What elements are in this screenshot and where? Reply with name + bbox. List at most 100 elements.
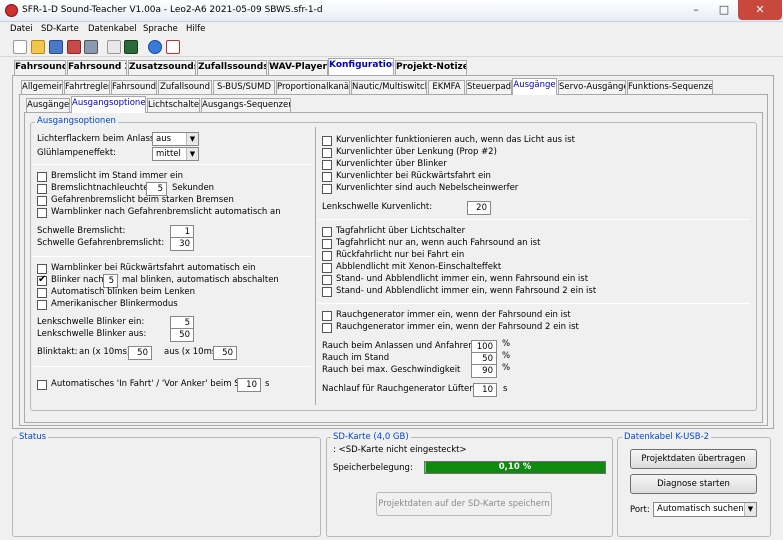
brake-always-checkbox[interactable] <box>37 172 47 182</box>
save-icon[interactable] <box>49 40 63 54</box>
curve-steer-label: Kurvenlichter über Lenkung (Prop #2) <box>336 147 497 157</box>
copy-icon[interactable] <box>107 40 121 54</box>
flicker-select[interactable]: aus ▼ <box>152 132 199 146</box>
ship-auto-checkbox[interactable] <box>37 380 47 390</box>
chevron-down-icon: ▼ <box>186 133 198 145</box>
tab-konfiguration[interactable]: Konfiguration <box>328 58 394 75</box>
tab-ausgaenge[interactable]: Ausgänge <box>512 78 557 95</box>
drl-sound-label: Tagfahrlicht nur an, wenn auch Fahrsound… <box>336 238 541 248</box>
menu-bar: Datei SD-Karte Datenkabel Sprache Hilfe <box>0 22 783 37</box>
divider <box>318 303 750 304</box>
dipped-xenon-checkbox[interactable] <box>322 263 332 273</box>
tab-fahrsound-2[interactable]: Fahrsound 2 <box>67 60 127 75</box>
tab-fahrsound[interactable]: Fahrsound <box>14 60 66 75</box>
hazard-brake-checkbox[interactable] <box>37 196 47 206</box>
reverse-light-checkbox[interactable] <box>322 251 332 261</box>
blink-after-input[interactable]: 5 <box>103 274 118 288</box>
tab-funktions-sequenzen[interactable]: Funktions-Sequenzen <box>627 80 713 95</box>
smoke-on-1-checkbox[interactable] <box>322 311 332 321</box>
bulb-select[interactable]: mittel ▼ <box>152 147 199 161</box>
park-on-1-checkbox[interactable] <box>322 275 332 285</box>
threshold-hazard-input[interactable]: 30 <box>170 237 194 251</box>
sd-save-button[interactable]: Projektdaten auf der SD-Karte speichern <box>376 492 552 516</box>
auto-blink-steer-checkbox[interactable] <box>37 288 47 298</box>
tab-allgemein[interactable]: Allgemein <box>21 80 63 95</box>
tab-servo-ausgaenge[interactable]: Servo-Ausgänge <box>558 80 626 95</box>
curve-fog-checkbox[interactable] <box>322 184 332 194</box>
sd-usage-label: Speicherbelegung: <box>333 463 413 473</box>
curve-off-checkbox[interactable] <box>322 136 332 146</box>
drl-sound-checkbox[interactable] <box>322 239 332 249</box>
new-icon[interactable] <box>13 40 27 54</box>
ship-auto-label: Automatisches 'In Fahrt' / 'Vor Anker' b… <box>51 379 261 389</box>
menu-sd-karte[interactable]: SD-Karte <box>41 24 79 34</box>
menu-sprache[interactable]: Sprache <box>143 24 178 34</box>
tab-ausgangs-sequenzen[interactable]: Ausgangs-Sequenzen <box>201 98 291 113</box>
tab-fahrtregler[interactable]: Fahrtregler <box>64 80 110 95</box>
window-title: SFR-1-D Sound-Teacher V1.00a - Leo2-A6 2… <box>22 5 323 15</box>
minimize-button[interactable]: – <box>682 0 710 20</box>
drl-switch-checkbox[interactable] <box>322 227 332 237</box>
maximize-button[interactable]: □ <box>710 0 738 20</box>
sd-usage-value: 0,10 % <box>498 462 532 472</box>
tab-zusatzsounds[interactable]: Zusatzsounds <box>128 60 196 75</box>
percent-label: % <box>502 351 511 361</box>
curve-threshold-input[interactable]: 20 <box>467 201 491 215</box>
blink-after-checkbox[interactable] <box>37 274 47 286</box>
port-select[interactable]: Automatisch suchen ▼ <box>653 502 757 517</box>
dipped-xenon-label: Abblendlicht mit Xenon-Einschalteffekt <box>336 262 502 272</box>
flicker-value: aus <box>156 134 172 144</box>
brake-afterglow-input[interactable]: 5 <box>146 182 167 196</box>
fan-input[interactable]: 10 <box>473 383 497 397</box>
fan-unit-label: s <box>503 384 508 394</box>
tab-wav-player[interactable]: WAV-Player <box>268 60 328 75</box>
curve-steer-checkbox[interactable] <box>322 148 332 158</box>
us-blink-checkbox[interactable] <box>37 300 47 310</box>
divider <box>33 256 311 257</box>
tab-fahrsound-config[interactable]: Fahrsound <box>111 80 157 95</box>
sound-icon[interactable] <box>148 40 162 54</box>
smoke-max-label: Rauch bei max. Geschwindigkeit <box>322 365 461 375</box>
print-icon[interactable] <box>84 40 98 54</box>
brake-afterglow-checkbox[interactable] <box>37 184 47 194</box>
smoke-on-2-label: Rauchgenerator immer ein, wenn der Fahrs… <box>336 322 579 332</box>
open-icon[interactable] <box>31 40 45 54</box>
tab-sbus-sumd[interactable]: S-BUS/SUMD <box>213 80 275 95</box>
diagnose-button[interactable]: Diagnose starten <box>630 474 757 494</box>
transfer-button[interactable]: Projektdaten übertragen <box>630 449 757 469</box>
close-button[interactable]: ✕ <box>738 0 782 20</box>
curve-blink-label: Kurvenlichter über Blinker <box>336 159 447 169</box>
tab-zufallssounds[interactable]: Zufallssounds <box>197 60 267 75</box>
park-on-2-checkbox[interactable] <box>322 287 332 297</box>
curve-blink-checkbox[interactable] <box>322 160 332 170</box>
tab-projekt-notizen[interactable]: Projekt-Notizen <box>395 60 467 75</box>
tab-ausgangsoptionen[interactable]: Ausgangsoptionen <box>71 96 146 113</box>
tab-lichtschalter[interactable]: Lichtschalter <box>147 98 200 113</box>
threshold-blink-off-input[interactable]: 50 <box>170 328 194 342</box>
tab-ausgaenge-sub[interactable]: Ausgänge <box>26 98 70 113</box>
import-export-icon[interactable] <box>124 40 138 54</box>
blink-on-input[interactable]: 50 <box>128 346 152 360</box>
document-icon[interactable] <box>166 40 180 54</box>
smoke-on-2-checkbox[interactable] <box>322 323 332 333</box>
curve-reverse-checkbox[interactable] <box>322 172 332 182</box>
tab-proportionalkanaele[interactable]: Proportionalkanäle <box>276 80 350 95</box>
smoke-max-input[interactable]: 90 <box>471 364 497 378</box>
menu-datei[interactable]: Datei <box>10 24 33 34</box>
title-bar: SFR-1-D Sound-Teacher V1.00a - Leo2-A6 2… <box>0 0 783 22</box>
menu-hilfe[interactable]: Hilfe <box>186 24 205 34</box>
tab-steuerpad[interactable]: Steuerpad <box>466 80 512 95</box>
tab-nautic-multiswitch[interactable]: Nautic/Multiswitch <box>351 80 427 95</box>
ship-auto-input[interactable]: 10 <box>237 378 261 392</box>
menu-datenkabel[interactable]: Datenkabel <box>88 24 137 34</box>
tab-ekmfa[interactable]: EKMFA <box>428 80 465 95</box>
park-on-2-label: Stand- und Abblendlicht immer ein, wenn … <box>336 286 597 296</box>
group-title: Ausgangsoptionen <box>35 116 118 126</box>
save-as-icon[interactable] <box>67 40 81 54</box>
blink-off-input[interactable]: 50 <box>213 346 237 360</box>
smoke-on-1-label: Rauchgenerator immer ein, wenn der Fahrs… <box>336 310 571 320</box>
hazard-auto-checkbox[interactable] <box>37 208 47 218</box>
curve-threshold-label: Lenkschwelle Kurvenlicht: <box>322 202 433 212</box>
warn-reverse-checkbox[interactable] <box>37 264 47 274</box>
tab-zufallsound[interactable]: Zufallsound <box>158 80 212 95</box>
